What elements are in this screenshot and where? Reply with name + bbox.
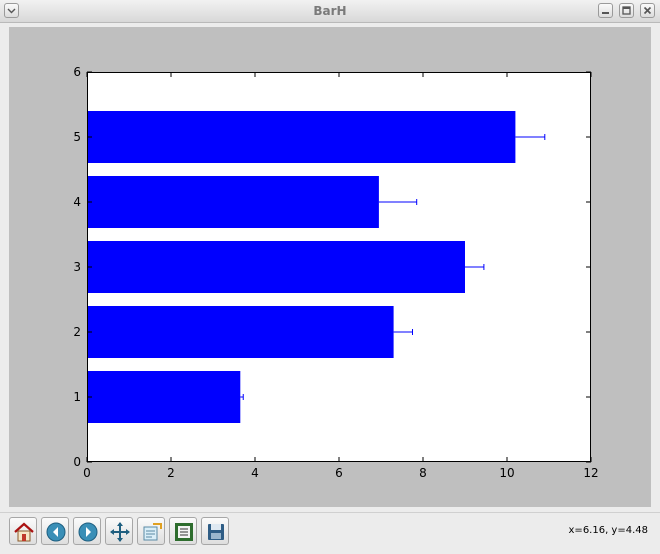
save-button[interactable] <box>201 517 229 545</box>
subplots-icon <box>175 523 193 541</box>
zoom-icon <box>143 523 162 541</box>
x-tick-label: 6 <box>335 466 343 480</box>
y-tick-label: 4 <box>73 195 81 209</box>
y-tick-label: 2 <box>73 325 81 339</box>
maximize-icon[interactable] <box>619 3 634 18</box>
back-icon <box>46 522 66 542</box>
pan-button[interactable] <box>105 517 133 545</box>
close-icon[interactable] <box>640 3 655 18</box>
x-tick-label: 0 <box>83 466 91 480</box>
x-tick-label: 10 <box>499 466 514 480</box>
x-tick-label: 12 <box>583 466 598 480</box>
save-icon <box>208 524 224 540</box>
window-title: BarH <box>313 4 347 18</box>
home-icon <box>14 522 34 542</box>
bar-1 <box>87 371 241 423</box>
x-tick-label: 4 <box>251 466 259 480</box>
minimize-icon[interactable] <box>598 3 613 18</box>
application-window: BarH 0 2 4 6 8 10 12 0123456 x=6.16, y=4… <box>0 0 660 554</box>
x-tick-label: 8 <box>419 466 427 480</box>
y-tick-label: 0 <box>73 455 81 469</box>
subplots-button[interactable] <box>169 517 197 545</box>
cursor-coordinates: x=6.16, y=4.48 <box>568 525 648 536</box>
forward-icon <box>78 522 98 542</box>
home-button[interactable] <box>9 517 37 545</box>
bar-chart: 0 2 4 6 8 10 12 0123456 <box>73 65 598 480</box>
title-bar[interactable]: BarH <box>0 0 660 23</box>
pan-icon <box>110 522 130 542</box>
navigation-toolbar: x=6.16, y=4.48 <box>0 512 660 554</box>
forward-button[interactable] <box>73 517 101 545</box>
bar-5 <box>87 111 516 163</box>
y-tick-label: 6 <box>73 65 81 79</box>
bar-4 <box>87 176 379 228</box>
back-button[interactable] <box>41 517 69 545</box>
bar-3 <box>87 241 465 293</box>
zoom-button[interactable] <box>137 517 165 545</box>
x-tick-label: 2 <box>167 466 175 480</box>
figure-canvas[interactable]: 0 2 4 6 8 10 12 0123456 <box>9 27 651 507</box>
bar-2 <box>87 306 394 358</box>
y-tick-label: 1 <box>73 390 81 404</box>
y-tick-label: 5 <box>73 130 81 144</box>
y-tick-label: 3 <box>73 260 81 274</box>
